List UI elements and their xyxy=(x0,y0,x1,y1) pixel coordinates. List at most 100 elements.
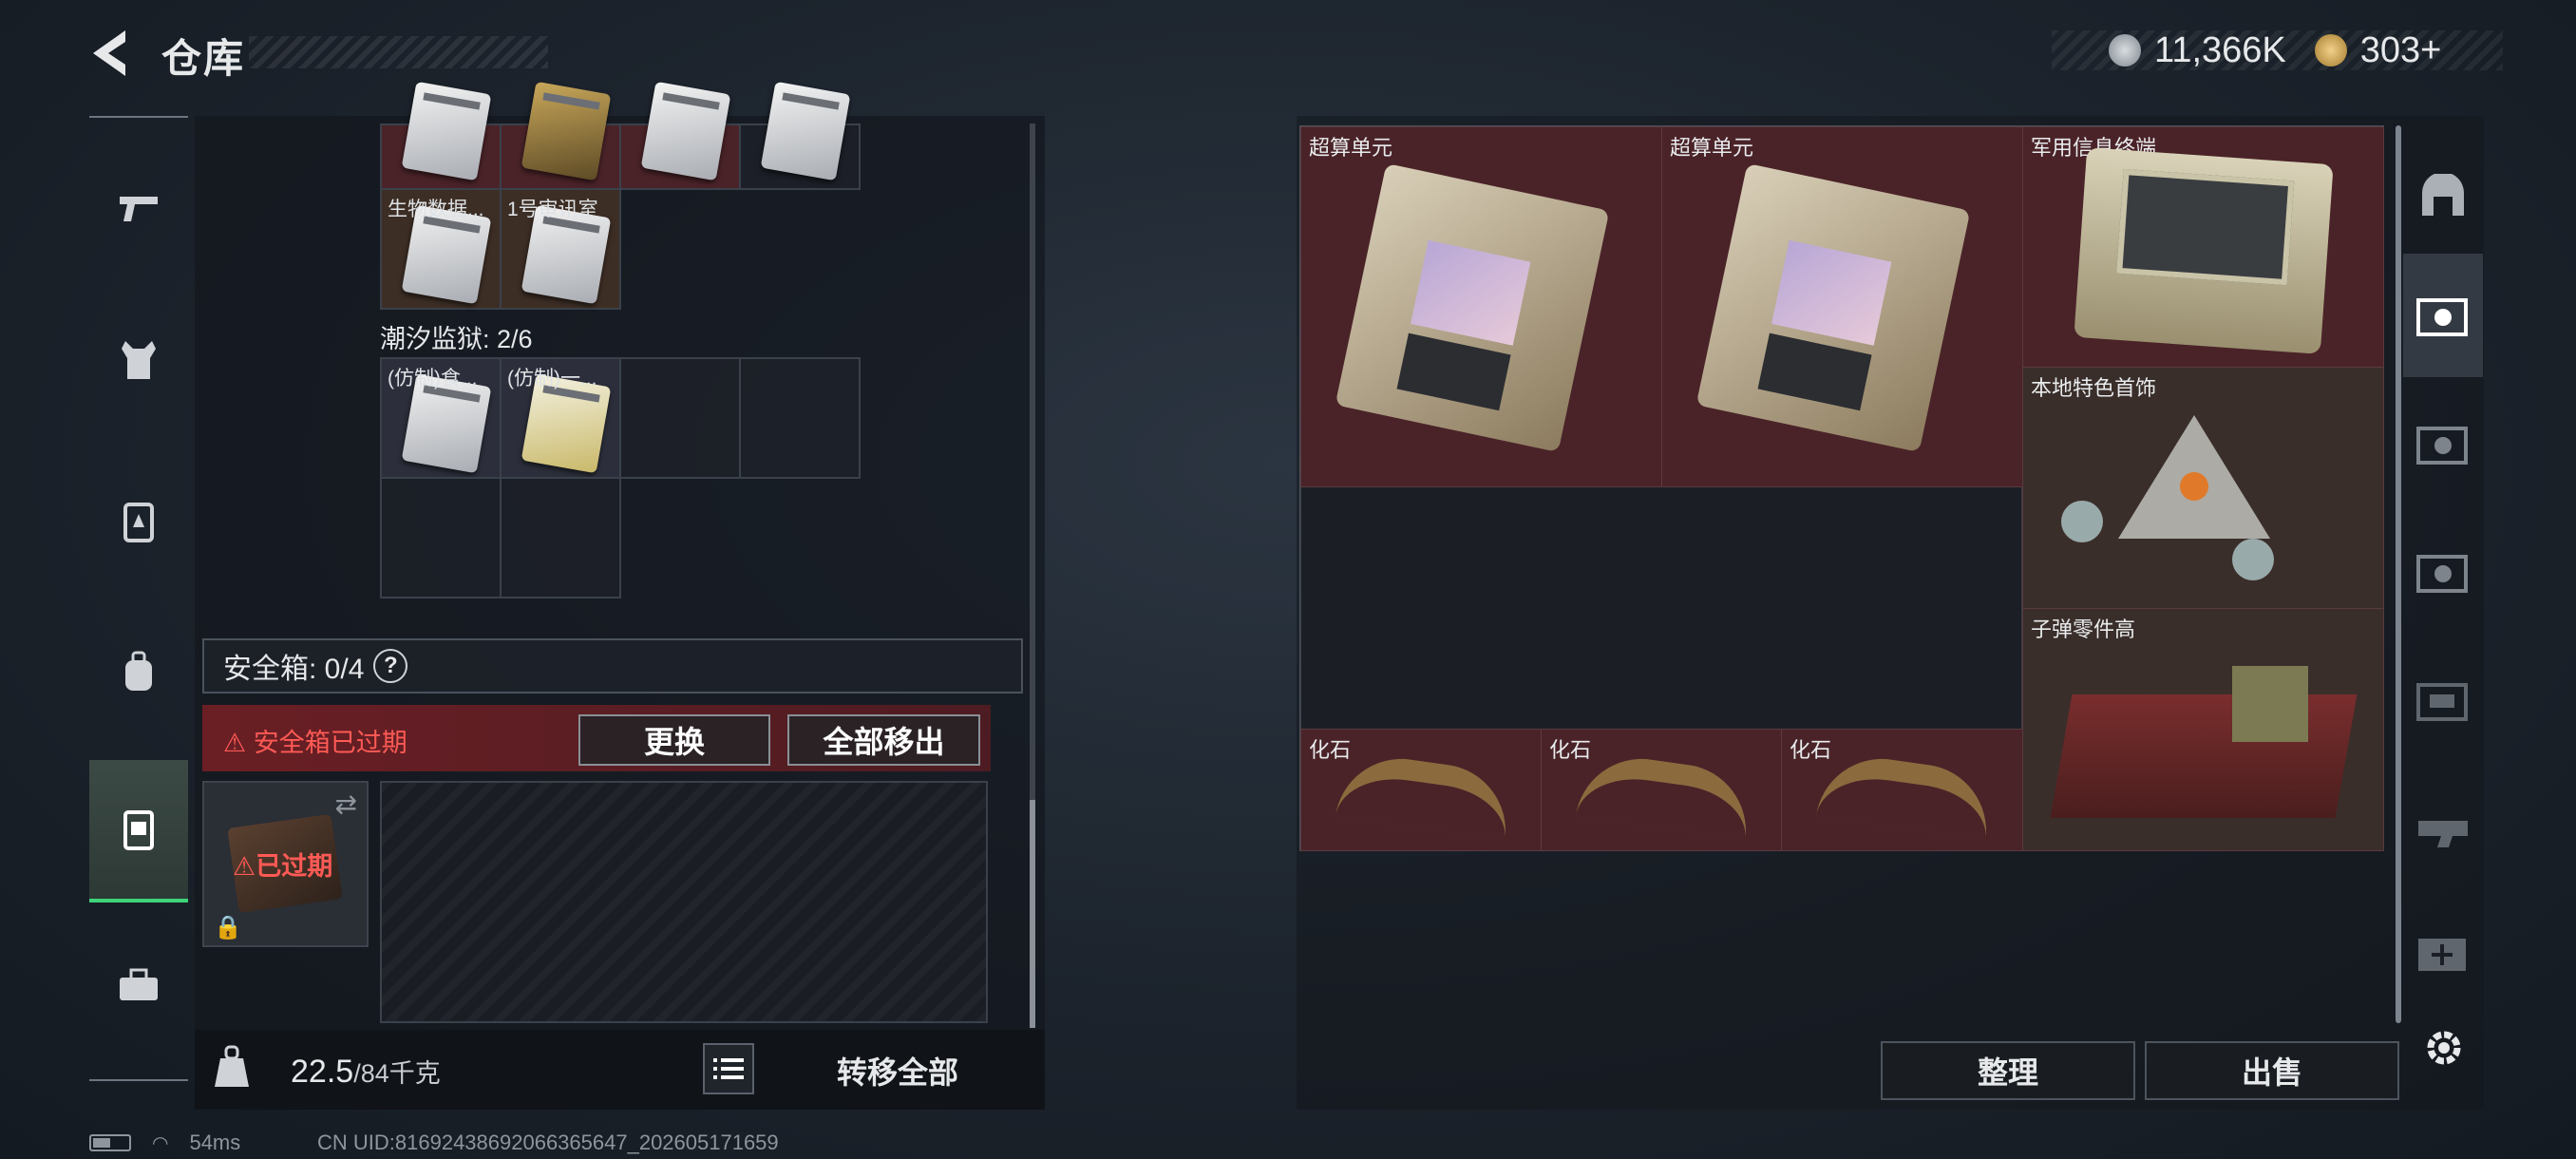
stash-tab-4c[interactable] xyxy=(2403,510,2483,634)
expired-badge: ⚠已过期 xyxy=(233,852,333,881)
stash-tab-home[interactable] xyxy=(2403,135,2483,258)
backpack-icon xyxy=(125,651,152,691)
currency-bar: 11,366K 303+ xyxy=(2052,30,2503,70)
weight-value: 22.5/84千克 xyxy=(291,1054,441,1090)
empty-slot[interactable] xyxy=(739,357,861,479)
stash-tab-3[interactable] xyxy=(2403,638,2483,762)
item-card-icon xyxy=(401,81,492,181)
replace-button[interactable]: 更换 xyxy=(578,714,770,766)
wifi-icon: ◠ xyxy=(152,1132,169,1154)
stash-item[interactable]: 化石 xyxy=(1541,729,1782,851)
ticket-icon xyxy=(2314,34,2347,66)
nav-backpack[interactable] xyxy=(89,600,188,743)
stash-page-icon xyxy=(2416,555,2468,593)
user-id: CN UID:81692438692066365647_202605171659 xyxy=(317,1130,779,1154)
sort-button[interactable]: 整理 xyxy=(1881,1041,2135,1100)
container-section-label: 潮汐监狱: 2/6 xyxy=(380,325,533,353)
empty-slot[interactable] xyxy=(500,477,621,598)
fossil-image xyxy=(1816,750,1995,841)
gear-icon xyxy=(2427,1031,2461,1065)
stash-scrollbar[interactable] xyxy=(2396,125,2401,1023)
ammo-parts-image xyxy=(2050,694,2358,818)
nav-armor[interactable] xyxy=(89,289,188,431)
safe-box-icon xyxy=(123,810,154,850)
inventory-item[interactable] xyxy=(739,81,861,190)
stash-tab-4b[interactable] xyxy=(2403,382,2483,505)
supercomputer-unit-image xyxy=(1335,162,1610,453)
inventory-item[interactable]: (仿制)一... xyxy=(500,357,621,479)
safe-box-grid[interactable] xyxy=(380,781,988,1023)
nav-toolbox[interactable] xyxy=(89,914,188,1056)
stash-page-icon xyxy=(2416,427,2468,465)
left-nav xyxy=(89,116,188,1081)
stash-tab-4[interactable] xyxy=(2403,254,2483,377)
stash-item[interactable]: 超算单元 xyxy=(1300,126,1662,487)
ticket-amount: 303+ xyxy=(2359,29,2442,70)
item-label: 化石 xyxy=(1309,738,1352,762)
sell-button[interactable]: 出售 xyxy=(2145,1041,2399,1100)
list-icon xyxy=(713,1058,744,1079)
gun-icon xyxy=(120,197,158,221)
empty-slot[interactable] xyxy=(380,477,502,598)
empty-slot[interactable] xyxy=(619,357,741,479)
fossil-image xyxy=(1335,750,1514,841)
stash-tab-add[interactable] xyxy=(2403,890,2483,1014)
weight-icon xyxy=(211,1043,253,1091)
stash-item[interactable]: 本地特色首饰 xyxy=(2022,367,2384,609)
nav-safe-box[interactable] xyxy=(89,760,188,902)
stash-item[interactable]: 化石 xyxy=(1781,729,2023,851)
inventory-item[interactable]: 生物数据... xyxy=(380,188,502,310)
stash-page-icon xyxy=(2416,683,2468,721)
coin-icon xyxy=(2109,34,2141,66)
item-label: 化石 xyxy=(1549,738,1592,762)
stash-page-icon xyxy=(2418,821,2468,847)
item-label: 化石 xyxy=(1790,738,1832,762)
back-button[interactable] xyxy=(87,27,133,80)
nav-chest-rig[interactable] xyxy=(89,450,188,593)
back-arrow-icon xyxy=(93,30,125,76)
status-bar: ◠ 54ms xyxy=(89,1130,240,1155)
stash-page-nav xyxy=(2403,125,2483,1018)
page-title: 仓库 xyxy=(161,36,246,81)
settings-button[interactable] xyxy=(2420,1024,2468,1072)
help-button[interactable]: ? xyxy=(373,649,408,683)
lock-icon: 🔒 xyxy=(214,915,242,940)
inventory-item[interactable]: (仿制)食... xyxy=(380,357,502,479)
item-card-icon xyxy=(760,81,851,181)
empty-slot-region[interactable] xyxy=(1300,486,2022,730)
item-label: 本地特色首饰 xyxy=(2031,376,2157,400)
item-label: 1号审讯室 xyxy=(507,199,598,220)
stash-item[interactable]: 子弹零件高 xyxy=(2022,608,2384,851)
list-view-button[interactable] xyxy=(703,1043,754,1094)
inventory-item[interactable] xyxy=(380,81,502,190)
item-card-icon xyxy=(521,81,612,181)
toolbox-icon xyxy=(120,968,158,1000)
chest-rig-icon xyxy=(123,503,154,542)
warning-icon: ⚠ xyxy=(233,852,256,881)
title-decoration xyxy=(249,36,548,68)
move-all-out-button[interactable]: 全部移出 xyxy=(787,714,980,766)
stash-item[interactable]: 超算单元 xyxy=(1661,126,2024,487)
inventory-item[interactable] xyxy=(619,81,741,190)
inventory-item[interactable] xyxy=(500,81,621,190)
add-stash-icon xyxy=(2418,939,2466,971)
expired-warning: ⚠ 安全箱已过期 xyxy=(223,729,407,757)
warning-icon: ⚠ xyxy=(223,729,254,757)
supercomputer-unit-image xyxy=(1695,162,1971,453)
left-scrollbar[interactable] xyxy=(1030,800,1035,1028)
item-label: 生物数据... xyxy=(388,199,484,220)
swap-icon: ⇄ xyxy=(334,789,357,819)
item-label: 超算单元 xyxy=(1670,136,1754,160)
transfer-all-button[interactable]: 转移全部 xyxy=(769,1039,1026,1102)
military-terminal-image xyxy=(2074,147,2334,354)
item-label: (仿制)食... xyxy=(388,368,478,390)
nav-weapon[interactable] xyxy=(89,137,188,279)
safe-box-header: 安全箱: 0/4 ? xyxy=(202,638,1023,694)
ping-value: 54ms xyxy=(189,1130,241,1154)
stash-item[interactable]: 军用信息终端 xyxy=(2022,126,2384,369)
stash-tab-2[interactable] xyxy=(2403,767,2483,890)
inventory-item[interactable]: 1号审讯室 xyxy=(500,188,621,310)
item-label: 子弹零件高 xyxy=(2031,618,2136,641)
fossil-image xyxy=(1576,750,1754,841)
stash-item[interactable]: 化石 xyxy=(1300,729,1542,851)
